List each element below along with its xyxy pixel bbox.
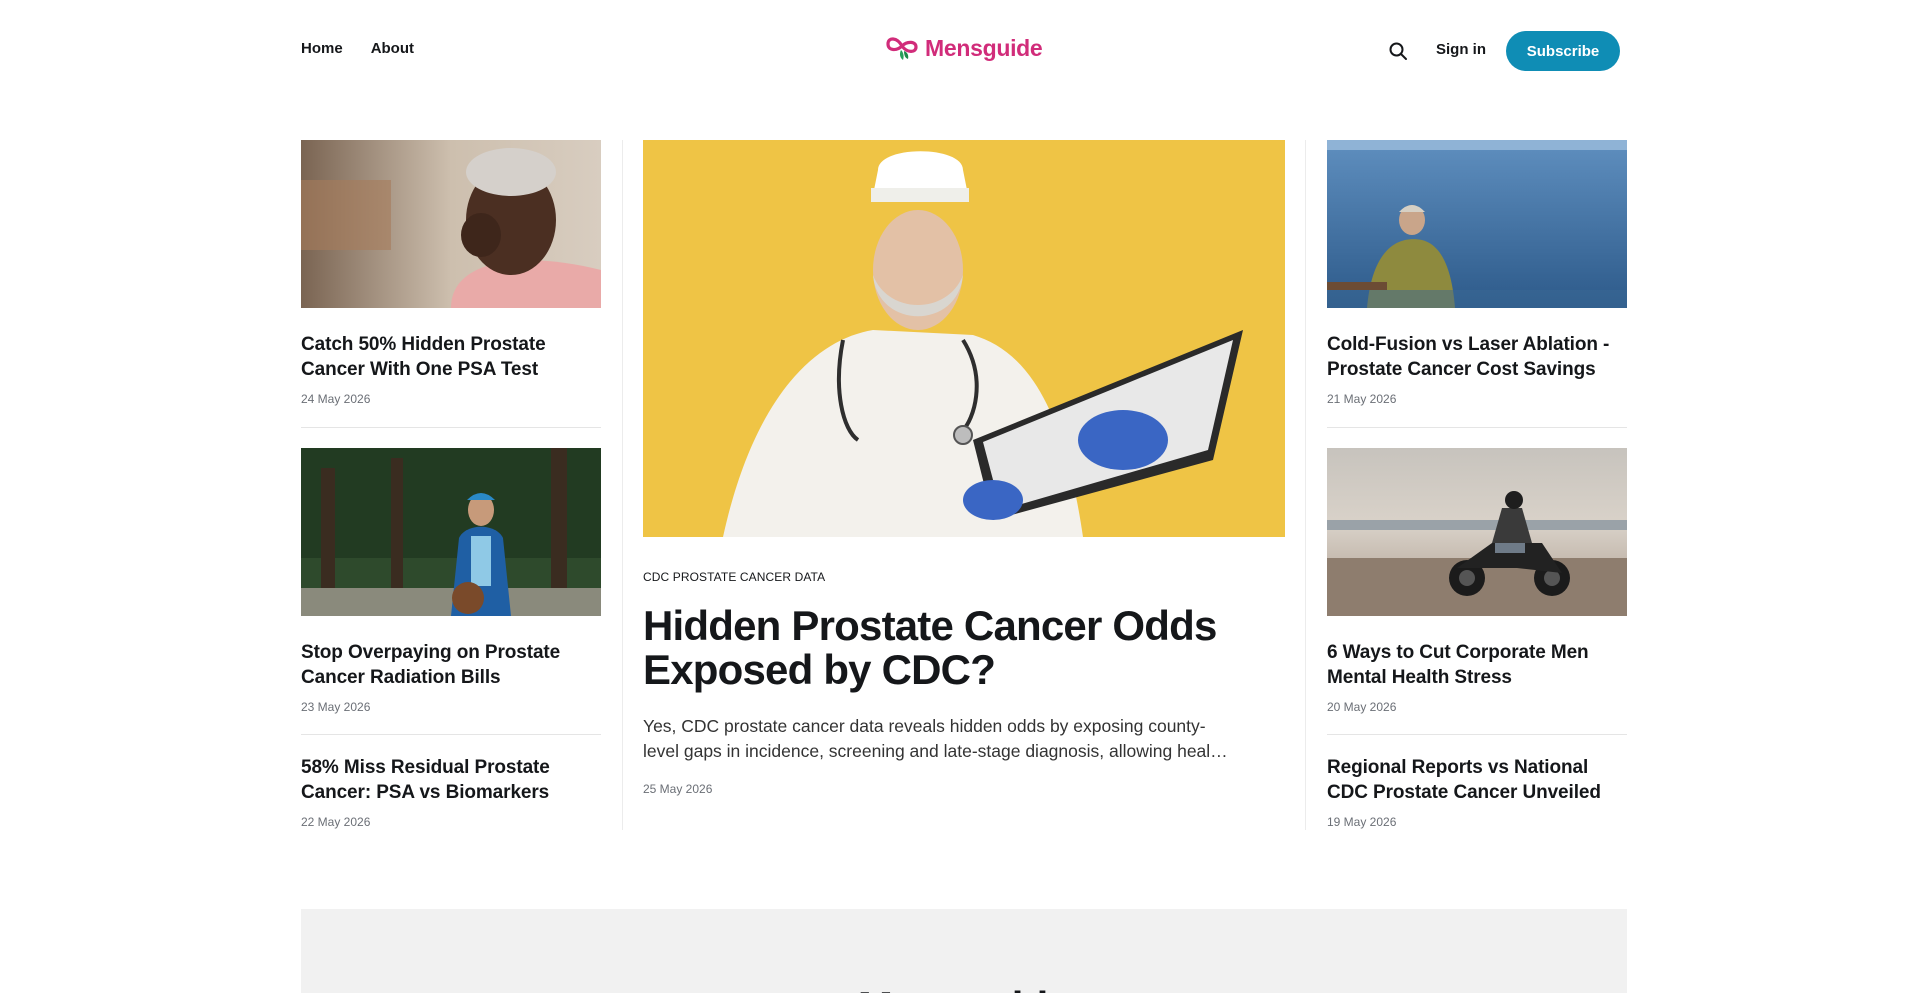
post-date: 19 May 2026 — [1327, 815, 1397, 829]
column-divider — [1305, 140, 1306, 830]
header-actions: Sign in Subscribe — [0, 31, 1920, 71]
post-title[interactable]: Stop Overpaying on Prostate Cancer Radia… — [301, 640, 601, 690]
featured-excerpt: Yes, CDC prostate cancer data reveals hi… — [643, 716, 1228, 761]
divider — [301, 427, 601, 428]
featured-date: 25 May 2026 — [643, 782, 713, 796]
post-card[interactable]: 6 Ways to Cut Corporate Men Mental Healt… — [1327, 448, 1627, 714]
featured-tag[interactable]: CDC PROSTATE CANCER DATA — [643, 570, 1285, 584]
post-thumbnail-elderly-man[interactable] — [301, 140, 601, 308]
sign-in-link[interactable]: Sign in — [1436, 41, 1486, 58]
post-date: 21 May 2026 — [1327, 392, 1397, 406]
post-title[interactable]: Cold-Fusion vs Laser Ablation - Prostate… — [1327, 332, 1627, 382]
divider — [1327, 734, 1627, 735]
post-card[interactable]: Catch 50% Hidden Prostate Cancer With On… — [301, 140, 601, 406]
featured-title[interactable]: Hidden Prostate Cancer Odds Exposed by C… — [643, 604, 1285, 692]
column-divider — [622, 140, 623, 830]
newsletter-section: Mensguide — [301, 909, 1627, 993]
search-button[interactable] — [1384, 37, 1412, 65]
post-date: 22 May 2026 — [301, 815, 371, 829]
post-title[interactable]: Regional Reports vs National CDC Prostat… — [1327, 755, 1627, 805]
post-card[interactable]: Cold-Fusion vs Laser Ablation - Prostate… — [1327, 140, 1627, 406]
featured-post: CDC PROSTATE CANCER DATA Hidden Prostate… — [643, 140, 1285, 796]
featured-image-doctor[interactable] — [643, 140, 1285, 537]
post-date: 20 May 2026 — [1327, 700, 1397, 714]
post-card[interactable]: Stop Overpaying on Prostate Cancer Radia… — [301, 448, 601, 714]
post-card[interactable]: Regional Reports vs National CDC Prostat… — [1327, 755, 1627, 829]
divider — [1327, 427, 1627, 428]
subscribe-button[interactable]: Subscribe — [1506, 31, 1620, 71]
post-thumbnail-motorcycle-beach[interactable] — [1327, 448, 1627, 616]
post-thumbnail-man-basketball[interactable] — [301, 448, 601, 616]
post-date: 23 May 2026 — [301, 700, 371, 714]
post-date: 24 May 2026 — [301, 392, 371, 406]
post-title[interactable]: 58% Miss Residual Prostate Cancer: PSA v… — [301, 755, 601, 805]
post-thumbnail-man-by-sea[interactable] — [1327, 140, 1627, 308]
post-card[interactable]: 58% Miss Residual Prostate Cancer: PSA v… — [301, 755, 601, 829]
divider — [301, 734, 601, 735]
newsletter-title: Mensguide — [301, 983, 1627, 993]
post-title[interactable]: Catch 50% Hidden Prostate Cancer With On… — [301, 332, 601, 382]
site-header: Home About Mensguide Sign in Subscribe — [0, 0, 1920, 100]
post-title[interactable]: 6 Ways to Cut Corporate Men Mental Healt… — [1327, 640, 1627, 690]
search-icon — [1389, 42, 1407, 60]
